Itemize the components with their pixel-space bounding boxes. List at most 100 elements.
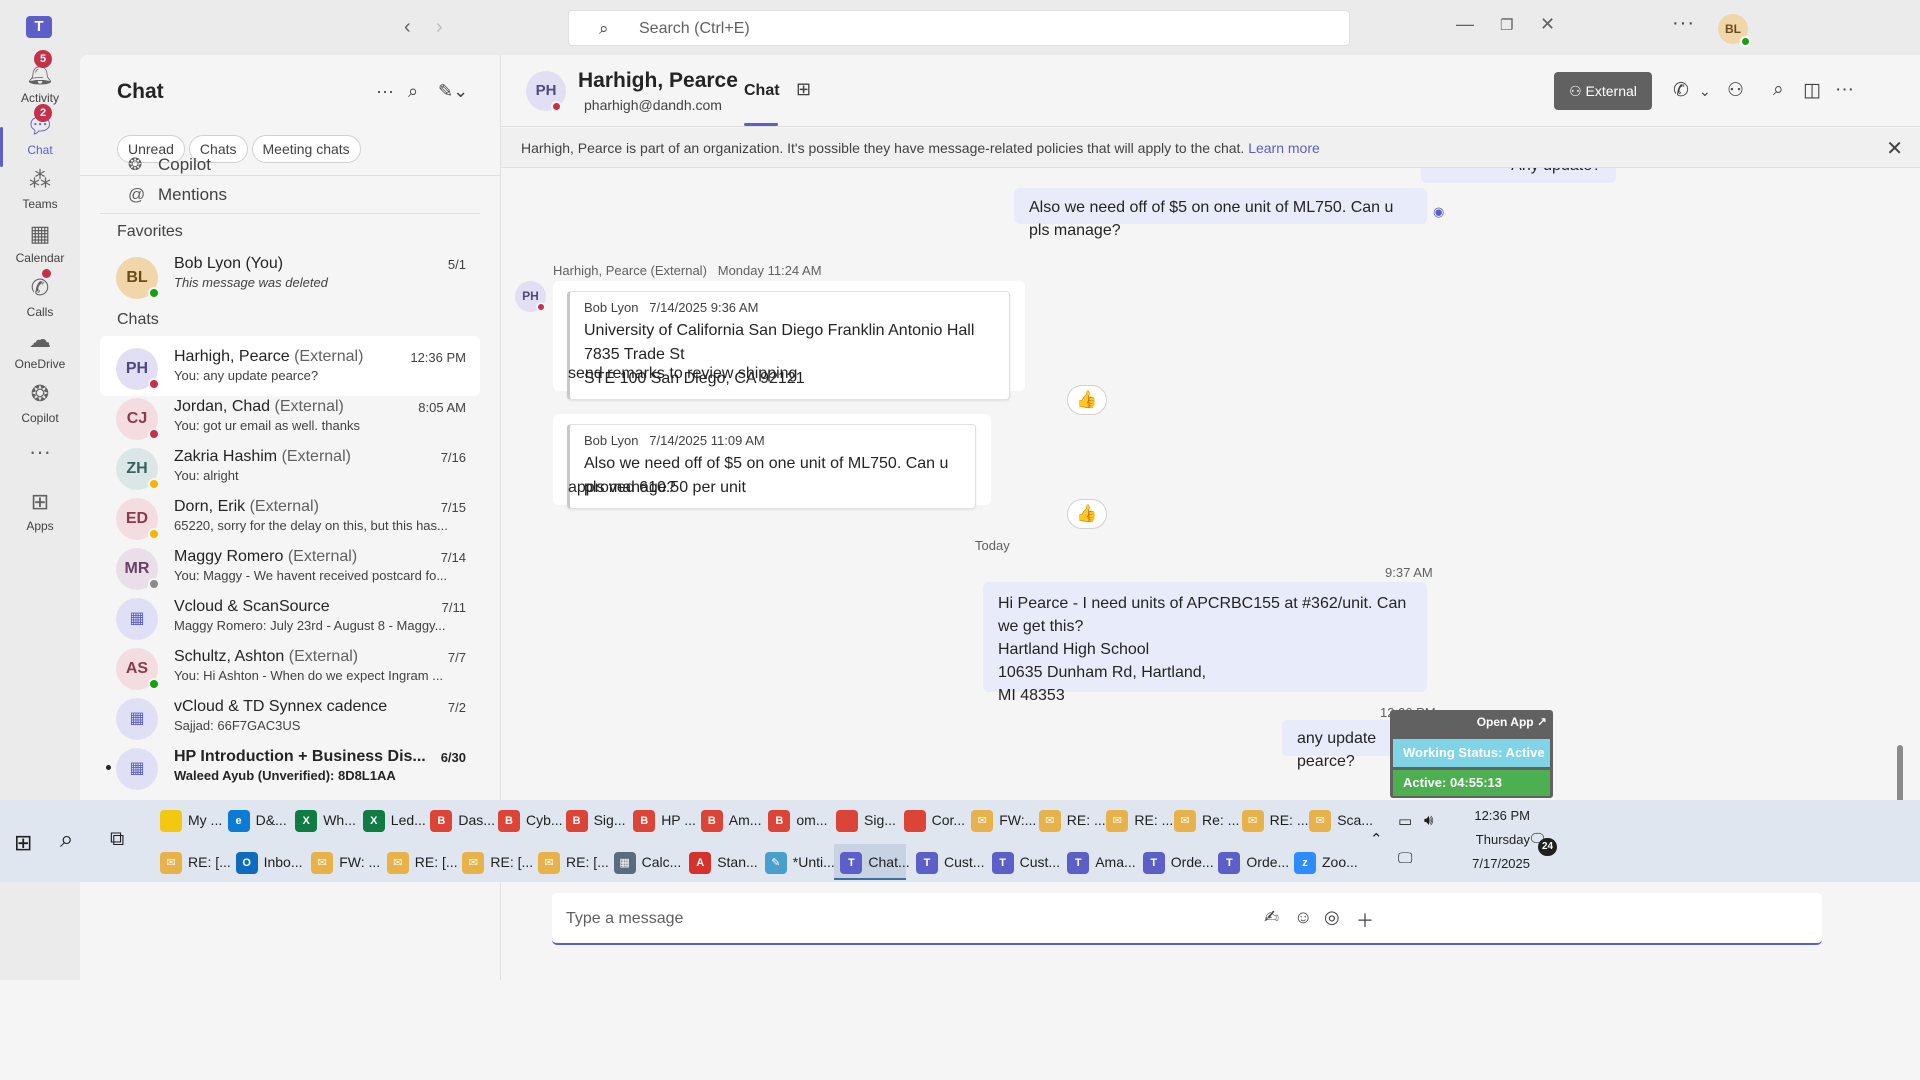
volume-icon[interactable]: 🔊︎ [1424, 812, 1433, 829]
taskbar-app[interactable]: T Chat... [834, 844, 910, 880]
rail-item-calendar[interactable]: ▦ Calendar [0, 215, 80, 275]
title-bar: T ‹ › ⌕ Search (Ctrl+E) ··· BL — ❐ ✕ [0, 0, 1920, 55]
taskbar-app[interactable]: Bom... [762, 802, 828, 838]
message-bubble-them[interactable]: Bob Lyon 7/14/2025 11:09 AM Also we need… [553, 414, 991, 509]
attach-icon[interactable]: ＋ [1356, 907, 1374, 933]
message-bubble-them[interactable]: Bob Lyon 7/14/2025 9:36 AM University of… [553, 281, 1025, 400]
taskbar-app[interactable]: ✉ RE: [... [532, 844, 609, 880]
loop-icon[interactable]: ◎ [1324, 907, 1340, 928]
format-icon[interactable]: ✍ [1264, 907, 1279, 928]
taskbar-app[interactable]: e D&... [222, 802, 287, 838]
taskbar-app[interactable]: ✎ *Unti... [759, 844, 835, 880]
taskbar-app[interactable]: ✉ Sca... [1303, 802, 1373, 838]
minimize-icon[interactable]: — [1456, 14, 1474, 35]
rail-item-chat[interactable]: 💬︎ Chat 2 [0, 104, 80, 167]
taskbar-app[interactable]: B HP ... [627, 802, 696, 838]
learn-more-link[interactable]: Learn more [1248, 140, 1320, 156]
side-panel-icon[interactable]: ◫ [1803, 79, 1821, 102]
close-window-icon[interactable]: ✕ [1540, 14, 1555, 35]
add-tab-icon[interactable]: ⊞ [796, 79, 811, 100]
taskbar-app[interactable]: T Orde... [1137, 844, 1214, 880]
taskbar-app[interactable]: ✉ RE: [... [381, 844, 458, 880]
quote-line: University of California San Diego Frank… [584, 322, 975, 363]
add-people-icon[interactable]: ⚇ [1727, 79, 1744, 102]
rail-item-teams[interactable]: ⁂ Teams [0, 161, 80, 221]
favorite-item[interactable]: BL Bob Lyon (You) This message was delet… [100, 245, 480, 305]
taskbar-app[interactable]: ✉ RE: [... [456, 844, 533, 880]
compose-box[interactable]: Type a message ✍ ☺ ◎ ＋ [552, 893, 1822, 945]
thumbs-up-reaction[interactable]: 👍 [1067, 499, 1107, 529]
taskbar-app[interactable]: X Wh... [289, 802, 356, 838]
open-app-button[interactable]: Open App ↗ [1477, 715, 1547, 729]
taskbar-app[interactable]: ✉ FW: ... [305, 844, 380, 880]
external-button[interactable]: ⚇ External [1554, 72, 1652, 110]
taskbar-app[interactable]: ✉ FW:... [965, 802, 1036, 838]
taskbar-app[interactable]: T Cust... [986, 844, 1060, 880]
taskbar-app[interactable]: B Cyb... [492, 802, 563, 838]
taskbar-app[interactable]: B Das... [424, 802, 495, 838]
taskbar-app[interactable]: T Orde... [1212, 844, 1289, 880]
taskbar-app[interactable]: A Stan... [683, 844, 758, 880]
message-bubble-partial[interactable]: Any update? [1421, 168, 1616, 183]
taskbar-app[interactable]: T Ama... [1061, 844, 1136, 880]
rail-item-apps[interactable]: ⊞ Apps [0, 483, 80, 543]
battery-icon[interactable]: ▭ [1398, 812, 1412, 830]
more-options-icon[interactable]: ··· [1835, 79, 1854, 101]
taskbar-app[interactable]: ✉ RE: ... [1100, 802, 1173, 838]
contact-name[interactable]: Harhigh, Pearce [578, 69, 738, 93]
close-icon[interactable]: ✕ [1886, 136, 1903, 161]
message-bubble-me[interactable]: Hi Pearce - I need units of APCRBC155 at… [983, 582, 1427, 704]
quoted-message[interactable]: Bob Lyon 7/14/2025 9:36 AM University of… [567, 291, 1010, 400]
task-view-icon[interactable]: ⧉ [110, 828, 124, 851]
tab-chat[interactable]: Chat [744, 82, 780, 100]
app-icon: z [1294, 852, 1316, 875]
clock[interactable]: 12:36 PM Thursday 7/17/2025 [1440, 804, 1530, 876]
search-icon[interactable]: ⌕ [60, 826, 73, 854]
rail-item-copilot[interactable]: ❂ Copilot [0, 375, 80, 435]
external-tag: (External) [288, 648, 359, 665]
call-icon[interactable]: ✆ [1673, 79, 1689, 102]
chevron-down-icon[interactable]: ⌄ [1699, 83, 1711, 100]
network-icon[interactable]: 🖵︎ [1398, 850, 1412, 867]
taskbar-app[interactable]: ✉ RE: [... [154, 844, 231, 880]
taskbar-app[interactable]: ✉ RE: ... [1033, 802, 1106, 838]
app-icon: T [1067, 852, 1090, 875]
rail-item-onedrive[interactable]: ☁︎ OneDrive [0, 321, 80, 381]
message-bubble-me[interactable]: Also we need off of $5 on one unit of ML… [1014, 188, 1427, 239]
favorites-header[interactable]: Favorites [117, 223, 183, 241]
taskbar-app[interactable]: O Inbo... [230, 844, 303, 880]
taskbar-app[interactable]: ✉ Re: ... [1168, 802, 1239, 838]
rail-item-calls[interactable]: ✆ Calls [0, 269, 80, 329]
mentions-shortcut[interactable]: @ Mentions [128, 185, 227, 205]
taskbar-app[interactable]: z Zoo... [1288, 844, 1360, 880]
copilot-shortcut[interactable]: ❂ Copilot [128, 155, 211, 175]
taskbar-app[interactable]: ✉ RE: ... [1236, 802, 1309, 838]
taskbar-app[interactable]: X Led... [357, 802, 426, 838]
search-box[interactable]: ⌕ Search (Ctrl+E) [568, 10, 1350, 46]
new-chat-icon[interactable]: ✎⌄ [438, 81, 468, 102]
taskbar-app[interactable]: B Sig... [560, 802, 626, 838]
shortcut-label: Mentions [158, 185, 227, 204]
forward-arrow-icon[interactable]: › [436, 16, 443, 39]
chats-header[interactable]: Chats [117, 311, 159, 329]
taskbar-app[interactable]: B Am... [695, 802, 761, 838]
chat-list-item[interactable]: ▦ HP Introduction + Business Dis... Waleed… [100, 736, 480, 796]
more-options-icon[interactable]: ··· [1672, 12, 1695, 35]
back-arrow-icon[interactable]: ‹ [404, 16, 411, 39]
taskbar-app[interactable]: T Cust... [910, 844, 984, 880]
chevron-up-icon[interactable]: ⌃ [1370, 830, 1383, 848]
filter-meeting-chats[interactable]: Meeting chats [251, 135, 361, 163]
restore-icon[interactable]: ❐ [1500, 16, 1513, 34]
more-options-icon[interactable]: ··· [376, 81, 394, 102]
teams-icon: ⁂ [29, 167, 51, 192]
windows-start-icon[interactable]: ⊞ [14, 830, 32, 856]
taskbar-app[interactable]: Cor... [898, 802, 965, 838]
search-icon[interactable]: ⌕ [1773, 79, 1784, 101]
emoji-icon[interactable]: ☺ [1294, 907, 1312, 928]
people-icon: ⚇ [1569, 83, 1586, 99]
taskbar-app[interactable]: My ... [154, 802, 222, 838]
taskbar-app[interactable]: ▦ Calc... [608, 844, 681, 880]
thumbs-up-reaction[interactable]: 👍 [1067, 385, 1107, 415]
search-icon[interactable]: ⌕ [408, 81, 418, 102]
taskbar-app[interactable]: Sig... [830, 802, 896, 838]
